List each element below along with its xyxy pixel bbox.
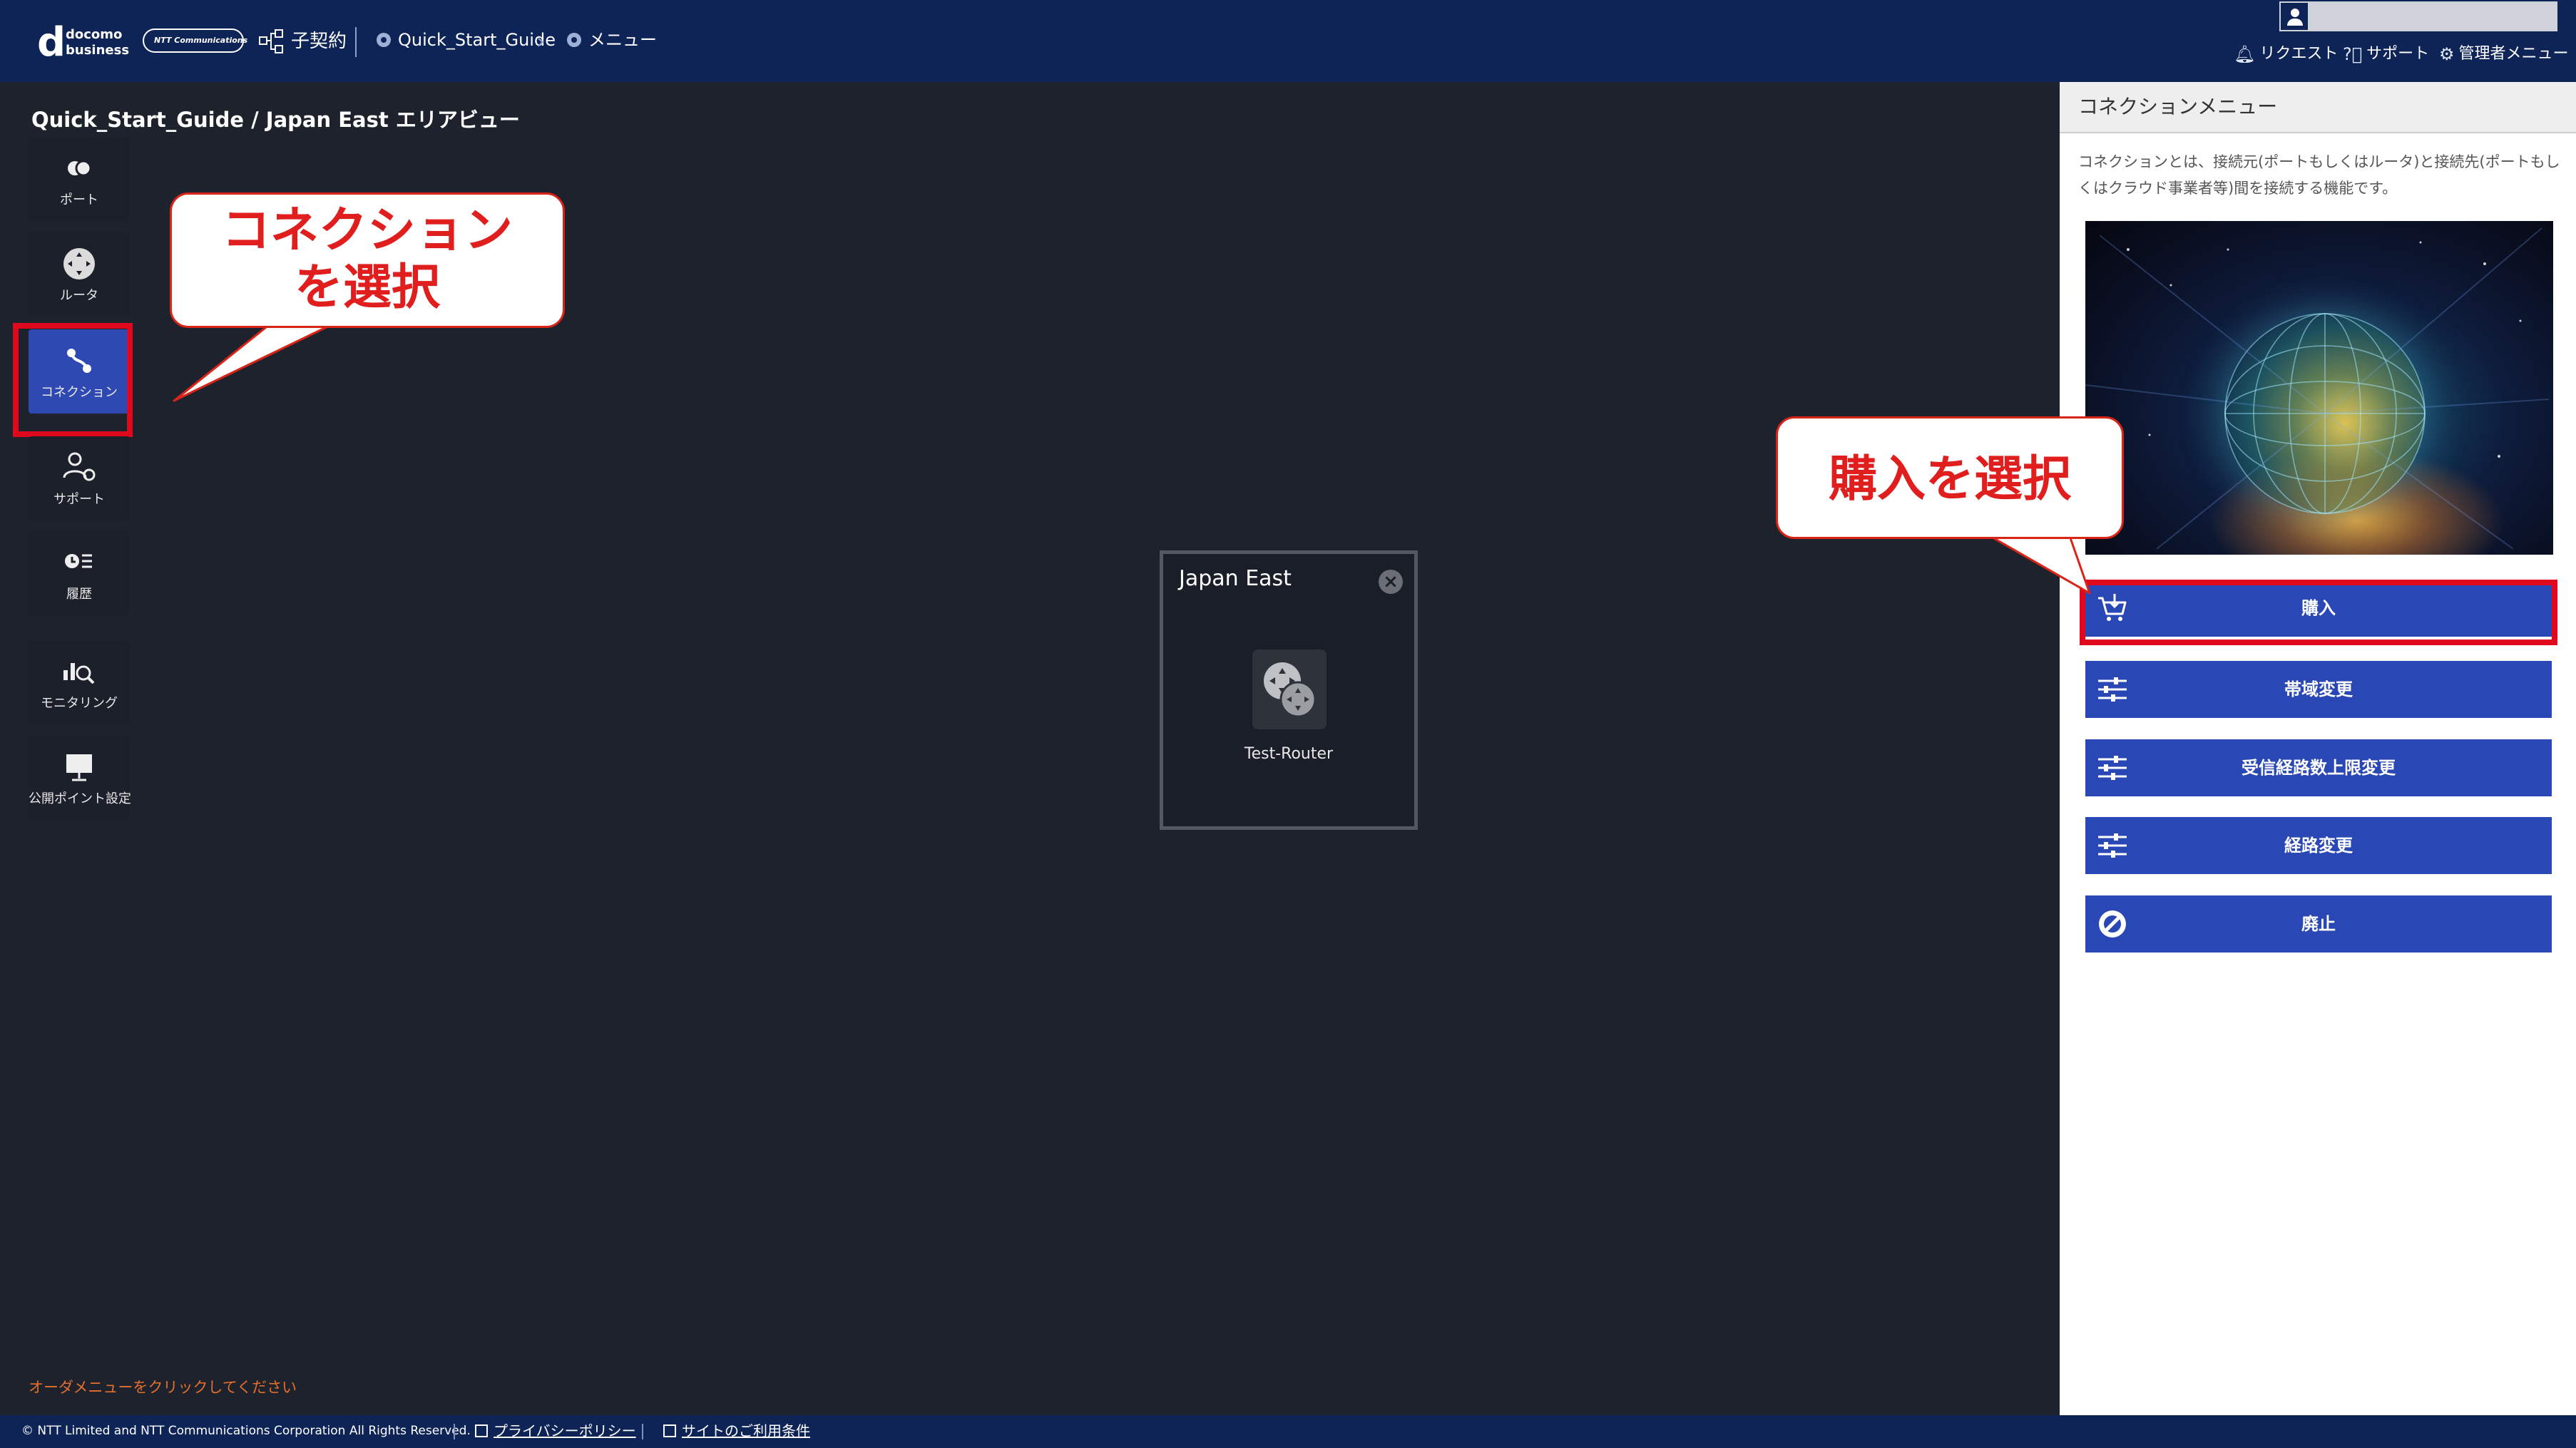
hierarchy-icon [259, 29, 283, 53]
route-change-button-label: 経路変更 [2284, 836, 2353, 856]
header-divider [355, 27, 357, 57]
network-globe-image [2085, 221, 2553, 555]
breadcrumb-item-2[interactable]: メニュー [567, 31, 657, 48]
privacy-policy-label: プライバシーポリシー [494, 1422, 636, 1439]
breadcrumb-label: メニュー [588, 30, 657, 50]
page-title: Quick_Start_Guide / Japan East エリアビュー [31, 108, 520, 132]
logo-letter: d [37, 19, 66, 66]
area-card-japan-east[interactable]: Japan East × Test-Router [1160, 550, 1418, 830]
ntt-logo: NTT Communications [143, 29, 248, 53]
header: d docomo business NTT Communications 子契約… [0, 0, 2576, 82]
order-menu-hint: オーダメニューをクリックしてください [29, 1379, 297, 1396]
router-icon [1264, 662, 1317, 718]
nav-item-public-point[interactable]: 公開ポイント設定 [29, 736, 131, 820]
header-menu-request[interactable]: 🔔︎ リクエスト [2234, 46, 2338, 63]
connection-highlight-frame [13, 323, 133, 437]
header-menu-label: サポート [2366, 45, 2430, 63]
abolish-button[interactable]: 廃止 [2085, 895, 2552, 953]
footer-divider [642, 1424, 643, 1439]
header-menu-label: リクエスト [2259, 45, 2339, 63]
breadcrumb-dot-icon [377, 33, 391, 47]
callout-tail [173, 321, 338, 402]
bell-icon: 🔔︎ [2234, 44, 2256, 64]
breadcrumb-label: Quick_Start_Guide [398, 30, 556, 50]
logo-line-2: business [66, 43, 130, 58]
callout-text-line-2: を選択 [294, 260, 440, 316]
breadcrumb-dot-icon [567, 33, 581, 47]
route-change-button[interactable]: 経路変更 [2085, 817, 2552, 874]
router-node[interactable] [1252, 649, 1327, 729]
terms-of-use-link[interactable]: サイトのご利用条件 [663, 1424, 810, 1438]
history-icon [65, 554, 92, 568]
header-menu-support[interactable]: ?⃝ サポート [2343, 46, 2429, 63]
copyright-text: © NTT Limited and NTT Communications Cor… [21, 1424, 471, 1438]
route-limit-change-button[interactable]: 受信経路数上限変更 [2085, 739, 2552, 796]
connection-menu-panel: コネクションメニュー コネクションとは、接続元(ポートもしくはルータ)と接続先(… [2060, 82, 2576, 1415]
globe-network-lines [2085, 227, 2550, 550]
user-icon [2279, 1, 2309, 31]
bandwidth-change-button[interactable]: 帯域変更 [2085, 661, 2552, 718]
nav-item-router[interactable]: ルータ [29, 232, 130, 317]
user-account-box[interactable] [2279, 1, 2557, 31]
nav-item-label: ルータ [60, 288, 98, 303]
monitoring-icon [63, 663, 95, 684]
header-menu-admin[interactable]: ⚙ 管理者メニュー [2439, 46, 2569, 63]
panel-description: コネクションとは、接続元(ポートもしくはルータ)と接続先(ポートもしくはクラウド… [2078, 153, 2560, 197]
contract-selector[interactable]: 子契約 [258, 27, 347, 56]
external-link-icon [663, 1424, 676, 1437]
bandwidth-change-button-label: 帯域変更 [2284, 679, 2353, 699]
callout-tail [1981, 530, 2091, 595]
port-icon [68, 160, 92, 177]
nav-item-label: 公開ポイント設定 [29, 791, 131, 806]
chevron-right-icon: › [536, 29, 545, 54]
nav-item-monitoring[interactable]: モニタリング [29, 640, 130, 724]
support-icon [63, 452, 96, 481]
nav-item-history[interactable]: 履歴 [29, 531, 130, 615]
callout-select-purchase: 購入を選択 [1776, 416, 2124, 539]
footer-divider [454, 1424, 455, 1439]
privacy-policy-link[interactable]: プライバシーポリシー [475, 1424, 636, 1438]
purchase-highlight-frame [2080, 580, 2557, 645]
logo-line-1: docomo [66, 27, 123, 42]
panel-title: コネクションメニュー [2078, 95, 2278, 118]
header-menu-label: 管理者メニュー [2458, 45, 2569, 63]
router-icon [63, 248, 95, 279]
nav-item-label: サポート [53, 492, 105, 507]
help-icon: ?⃝ [2343, 44, 2363, 64]
callout-text: 購入を選択 [1828, 451, 2071, 508]
docomo-business-logo[interactable]: d docomo business [37, 19, 137, 66]
gear-icon: ⚙ [2439, 44, 2455, 64]
breadcrumb-item-1[interactable]: Quick_Start_Guide [377, 31, 556, 48]
terms-of-use-label: サイトのご利用条件 [682, 1422, 810, 1439]
contract-label: 子契約 [291, 31, 347, 52]
router-node-label: Test-Router [1244, 745, 1334, 763]
nav-item-label: ポート [60, 192, 98, 207]
route-limit-change-button-label: 受信経路数上限変更 [2242, 758, 2396, 778]
close-icon[interactable]: × [1379, 570, 1403, 594]
nav-item-support[interactable]: サポート [29, 436, 130, 520]
abolish-button-label: 廃止 [2301, 914, 2336, 934]
nav-item-label: 履歴 [66, 587, 92, 602]
callout-text-line-1: コネクション [221, 202, 513, 259]
area-card-title: Japan East [1179, 566, 1292, 591]
nav-item-label: モニタリング [41, 696, 118, 711]
nav-item-port[interactable]: ポート [29, 137, 130, 221]
callout-select-connection: コネクション を選択 [170, 192, 565, 328]
footer: © NTT Limited and NTT Communications Cor… [0, 1415, 2576, 1448]
public-point-icon [66, 754, 92, 781]
panel-header: コネクションメニュー [2060, 82, 2576, 133]
ntt-logo-text: NTT Communications [154, 36, 248, 45]
external-link-icon [475, 1424, 488, 1437]
